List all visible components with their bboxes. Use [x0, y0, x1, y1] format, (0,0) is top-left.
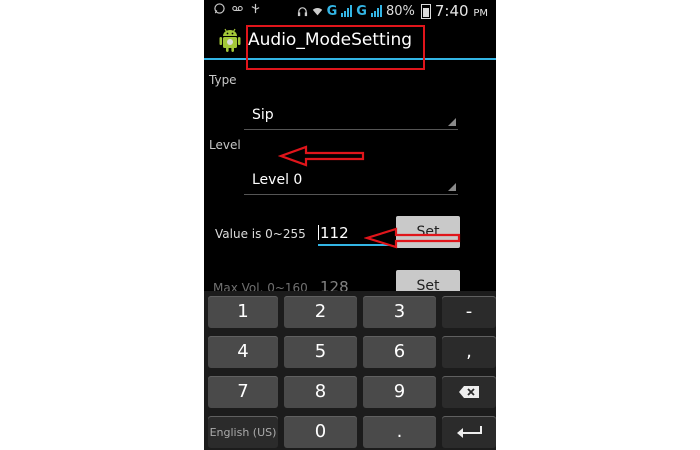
value-range-label: Value is 0~255 [215, 227, 306, 241]
key-1[interactable]: 1 [208, 296, 278, 328]
dropdown-triangle-icon [448, 118, 456, 126]
key-dot[interactable]: . [363, 416, 436, 448]
type-spinner-value: Sip [252, 107, 274, 123]
signal-bars-1-icon [341, 5, 353, 17]
whatsapp-icon [214, 3, 225, 14]
key-minus[interactable]: - [442, 296, 496, 328]
key-3[interactable]: 3 [363, 296, 436, 328]
key-comma[interactable]: , [442, 336, 496, 368]
android-icon[interactable] [218, 27, 242, 53]
type-label: Type [209, 73, 237, 87]
level-label: Level [209, 138, 241, 152]
wifi-icon [312, 7, 322, 15]
level-spinner[interactable]: Level 0 [244, 164, 458, 195]
key-6[interactable]: 6 [363, 336, 436, 368]
key-8[interactable]: 8 [284, 376, 357, 408]
dropdown-triangle-icon [448, 183, 456, 191]
red-arrow-annotation-value [364, 227, 461, 249]
key-2[interactable]: 2 [284, 296, 357, 328]
network-type-2: G [356, 3, 367, 19]
key-7[interactable]: 7 [208, 376, 278, 408]
backspace-icon [459, 386, 479, 398]
headset-icon [297, 6, 307, 16]
battery-percent: 80% [385, 3, 415, 19]
battery-icon [420, 3, 431, 19]
value-input-text: 112 [320, 224, 349, 242]
red-arrow-annotation-level [278, 145, 365, 167]
type-spinner[interactable]: Sip [244, 99, 458, 130]
enter-icon [457, 426, 482, 438]
numeric-keyboard: 1 2 3 - 4 5 6 , 7 8 9 English (US) 0 . [204, 291, 496, 450]
clock-ampm: PM [473, 8, 488, 19]
language-key[interactable]: English (US) [208, 416, 278, 448]
usb-icon [251, 3, 260, 14]
backspace-key[interactable] [442, 376, 496, 408]
signal-bars-2-icon [370, 5, 382, 17]
key-4[interactable]: 4 [208, 336, 278, 368]
voicemail-icon [232, 6, 243, 11]
enter-key[interactable] [442, 416, 496, 448]
key-0[interactable]: 0 [284, 416, 357, 448]
key-9[interactable]: 9 [363, 376, 436, 408]
key-5[interactable]: 5 [284, 336, 357, 368]
network-type-1: G [326, 3, 338, 19]
clock-time: 7:40 [434, 2, 469, 20]
level-spinner-value: Level 0 [252, 172, 303, 188]
text-cursor [318, 225, 319, 240]
clock: 7:40 PM [435, 2, 488, 20]
red-box-annotation-title [246, 25, 425, 70]
status-bar: G G 80% 7:40 PM [204, 0, 496, 22]
